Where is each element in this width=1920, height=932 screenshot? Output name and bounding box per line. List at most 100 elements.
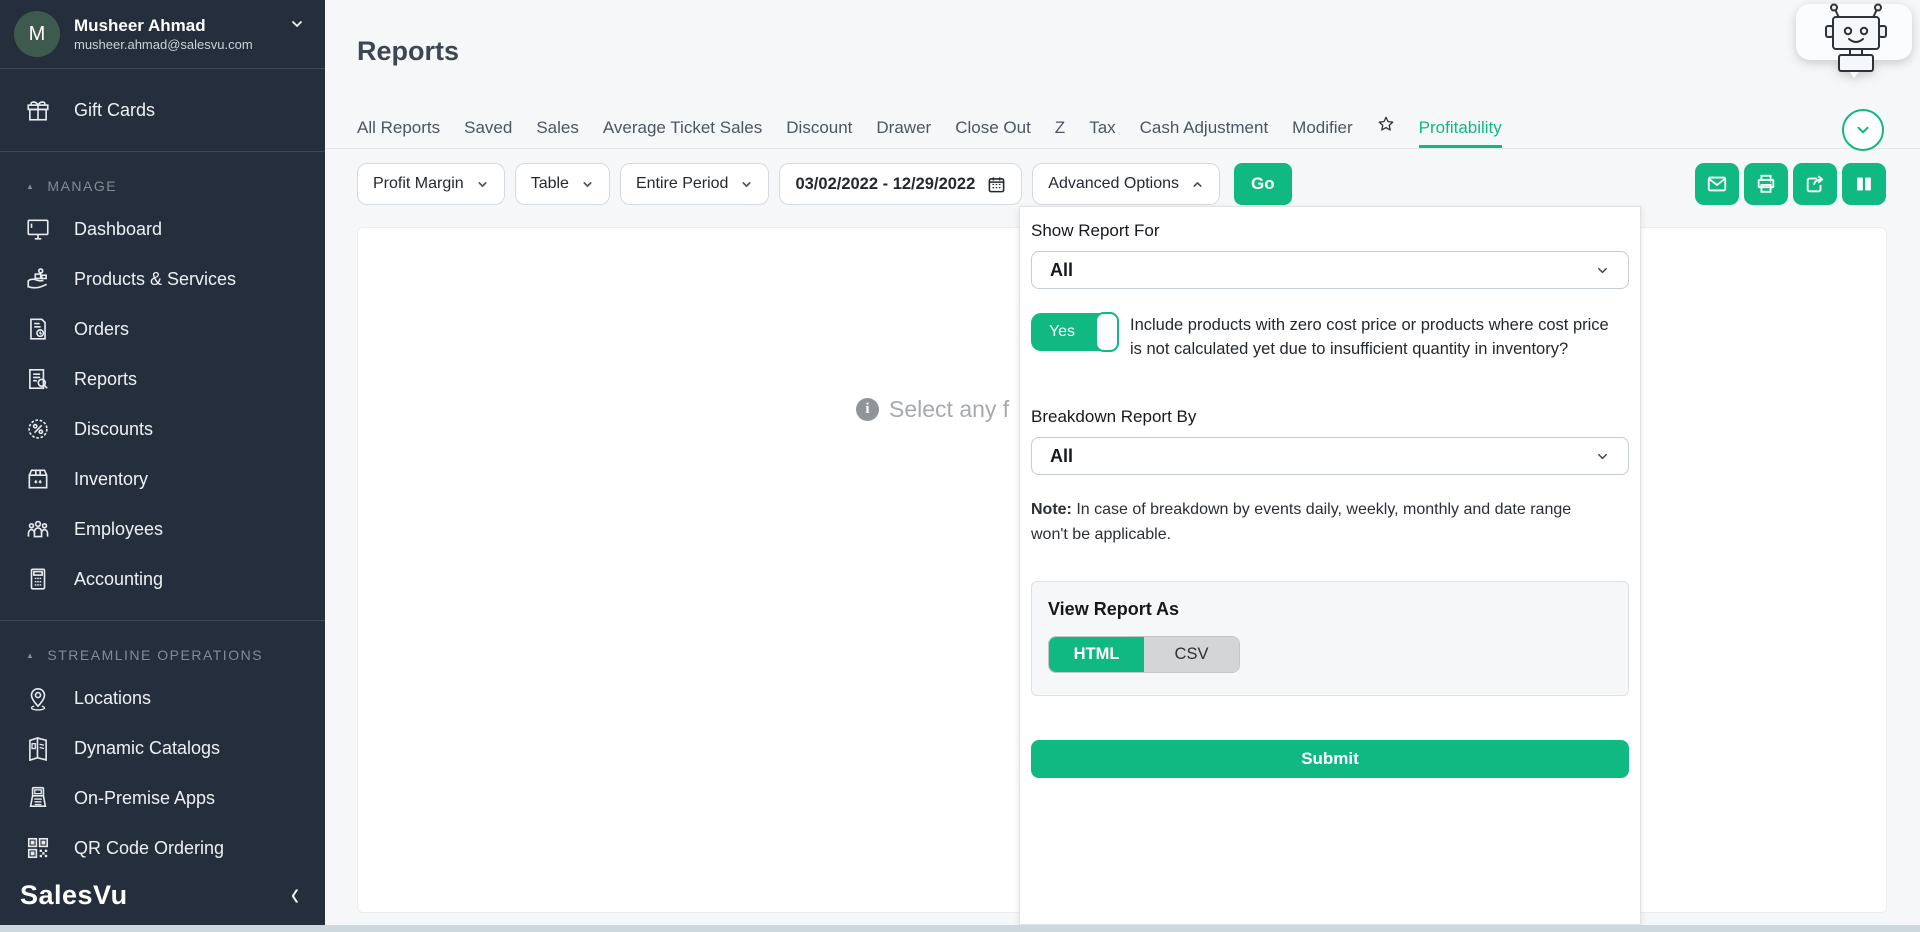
avatar-initial: M bbox=[29, 23, 46, 46]
columns-icon bbox=[1853, 173, 1875, 195]
sidebar-item-employees[interactable]: Employees bbox=[0, 504, 325, 554]
tab-all-reports[interactable]: All Reports bbox=[357, 118, 440, 148]
report-placeholder: i Select any f bbox=[856, 396, 1009, 423]
advanced-options-panel: Show Report For All Yes Include products… bbox=[1019, 206, 1641, 925]
onpremise-icon bbox=[24, 784, 52, 812]
favorite-star-icon[interactable] bbox=[1377, 115, 1395, 148]
user-menu[interactable]: M Musheer Ahmad musheer.ahmad@salesvu.co… bbox=[0, 0, 325, 68]
avatar: M bbox=[14, 11, 60, 57]
tab-label: Tax bbox=[1089, 118, 1115, 137]
chevron-down-icon bbox=[1595, 263, 1610, 278]
tab-label: Cash Adjustment bbox=[1140, 118, 1269, 137]
calendar-icon[interactable] bbox=[987, 175, 1006, 194]
sidebar-item-locations[interactable]: Locations bbox=[0, 673, 325, 723]
sidebar-item-discounts[interactable]: Discounts bbox=[0, 404, 325, 454]
view-report-as-box: View Report As HTMLCSV bbox=[1031, 581, 1629, 696]
sidebar-item-label: Discounts bbox=[74, 419, 153, 440]
view-dropdown[interactable]: Table bbox=[515, 163, 610, 205]
period-value: Entire Period bbox=[636, 175, 729, 193]
collapse-header-button[interactable] bbox=[1842, 109, 1884, 151]
sidebar-item-label: Employees bbox=[74, 519, 163, 540]
chevron-up-icon: ▲ bbox=[26, 651, 35, 660]
print-button[interactable] bbox=[1744, 163, 1788, 205]
show-report-for-value: All bbox=[1050, 260, 1073, 281]
breakdown-select[interactable]: All bbox=[1031, 437, 1629, 475]
section-header-label: STREAMLINE OPERATIONS bbox=[47, 647, 263, 663]
advanced-options-label: Advanced Options bbox=[1048, 175, 1179, 193]
inventory-icon bbox=[24, 465, 52, 493]
sidebar-item-label: Gift Cards bbox=[74, 100, 155, 121]
tab-tax[interactable]: Tax bbox=[1089, 118, 1115, 148]
sidebar-sections: ▲MANAGE Dashboard Products & Services Order… bbox=[0, 178, 325, 873]
chevron-up-icon bbox=[1191, 178, 1204, 191]
format-csv-button[interactable]: CSV bbox=[1144, 637, 1239, 672]
sidebar-item-gift-cards[interactable]: Gift Cards bbox=[0, 85, 325, 135]
user-meta: Musheer Ahmad musheer.ahmad@salesvu.com bbox=[74, 15, 253, 53]
user-name: Musheer Ahmad bbox=[74, 15, 253, 36]
sidebar: M Musheer Ahmad musheer.ahmad@salesvu.co… bbox=[0, 0, 325, 932]
share-icon bbox=[1804, 173, 1826, 195]
show-report-for-select[interactable]: All bbox=[1031, 251, 1629, 289]
columns-button[interactable] bbox=[1842, 163, 1886, 205]
mail-icon bbox=[1706, 173, 1728, 195]
zero-cost-toggle[interactable]: Yes bbox=[1031, 313, 1117, 351]
tab-cash-adjustment[interactable]: Cash Adjustment bbox=[1140, 118, 1269, 148]
sidebar-item-label: Products & Services bbox=[74, 269, 236, 290]
tab-label: Drawer bbox=[876, 118, 931, 137]
tab-close-out[interactable]: Close Out bbox=[955, 118, 1031, 148]
sidebar-collapse-icon[interactable]: ‹ bbox=[291, 875, 299, 914]
sidebar-item-label: Orders bbox=[74, 319, 129, 340]
date-range-input[interactable]: 03/02/2022 - 12/29/2022 bbox=[779, 163, 1022, 205]
sidebar-item-label: Dynamic Catalogs bbox=[74, 738, 220, 759]
report-toolbar bbox=[1695, 163, 1886, 205]
advanced-options-button[interactable]: Advanced Options bbox=[1032, 163, 1220, 205]
tab-label: Modifier bbox=[1292, 118, 1352, 137]
chatbot-icon[interactable] bbox=[1796, 0, 1916, 86]
reports-icon bbox=[24, 365, 52, 393]
chevron-up-icon: ▲ bbox=[26, 182, 35, 191]
tab-profitability[interactable]: Profitability bbox=[1419, 118, 1502, 148]
section-header-manage[interactable]: ▲MANAGE bbox=[0, 178, 325, 194]
section-header-streamline-operations[interactable]: ▲ STREAMLINE OPERATIONS bbox=[0, 647, 325, 663]
share-button[interactable] bbox=[1793, 163, 1837, 205]
toggle-label: Yes bbox=[1031, 313, 1093, 351]
user-email: musheer.ahmad@salesvu.com bbox=[74, 37, 253, 53]
tab-label: Profitability bbox=[1419, 118, 1502, 137]
sidebar-item-label: QR Code Ordering bbox=[74, 838, 224, 859]
sidebar-item-accounting[interactable]: Accounting bbox=[0, 554, 325, 604]
tab-z[interactable]: Z bbox=[1055, 118, 1065, 148]
tab-modifier[interactable]: Modifier bbox=[1292, 118, 1352, 148]
format-html-button[interactable]: HTML bbox=[1049, 637, 1144, 672]
report-tabs: All Reports Saved Sales Average Ticket Sale… bbox=[357, 110, 1502, 148]
page-title: Reports bbox=[357, 36, 459, 67]
horizontal-scrollbar[interactable] bbox=[0, 925, 1920, 932]
sidebar-item-products-services[interactable]: Products & Services bbox=[0, 254, 325, 304]
sidebar-item-reports[interactable]: Reports bbox=[0, 354, 325, 404]
report-type-dropdown[interactable]: Profit Margin bbox=[357, 163, 505, 205]
period-dropdown[interactable]: Entire Period bbox=[620, 163, 770, 205]
gift-icon bbox=[24, 96, 52, 124]
filter-row: Profit Margin Table Entire Period 03/02/… bbox=[357, 163, 1292, 205]
tab-saved[interactable]: Saved bbox=[464, 118, 512, 148]
report-type-value: Profit Margin bbox=[373, 175, 464, 193]
sidebar-item-dynamic-catalogs[interactable]: Dynamic Catalogs bbox=[0, 723, 325, 773]
divider bbox=[0, 151, 325, 152]
sidebar-item-inventory[interactable]: Inventory bbox=[0, 454, 325, 504]
go-button[interactable]: Go bbox=[1234, 163, 1292, 205]
mail-button[interactable] bbox=[1695, 163, 1739, 205]
sidebar-item-dashboard[interactable]: Dashboard bbox=[0, 204, 325, 254]
sidebar-footer: SalesVu ‹ bbox=[0, 872, 325, 918]
submit-button[interactable]: Submit bbox=[1031, 740, 1629, 778]
orders-icon bbox=[24, 315, 52, 343]
tab-sales[interactable]: Sales bbox=[536, 118, 579, 148]
products-icon bbox=[24, 265, 52, 293]
chevron-down-icon[interactable] bbox=[289, 16, 305, 37]
tab-label: Discount bbox=[786, 118, 852, 137]
sidebar-item-orders[interactable]: Orders bbox=[0, 304, 325, 354]
tab-average-ticket-sales[interactable]: Average Ticket Sales bbox=[603, 118, 762, 148]
tab-drawer[interactable]: Drawer bbox=[876, 118, 931, 148]
sidebar-item-on-premise-apps[interactable]: On-Premise Apps bbox=[0, 773, 325, 823]
chevron-down-icon bbox=[740, 178, 753, 191]
sidebar-item-qr-code-ordering[interactable]: QR Code Ordering bbox=[0, 823, 325, 873]
tab-discount[interactable]: Discount bbox=[786, 118, 852, 148]
